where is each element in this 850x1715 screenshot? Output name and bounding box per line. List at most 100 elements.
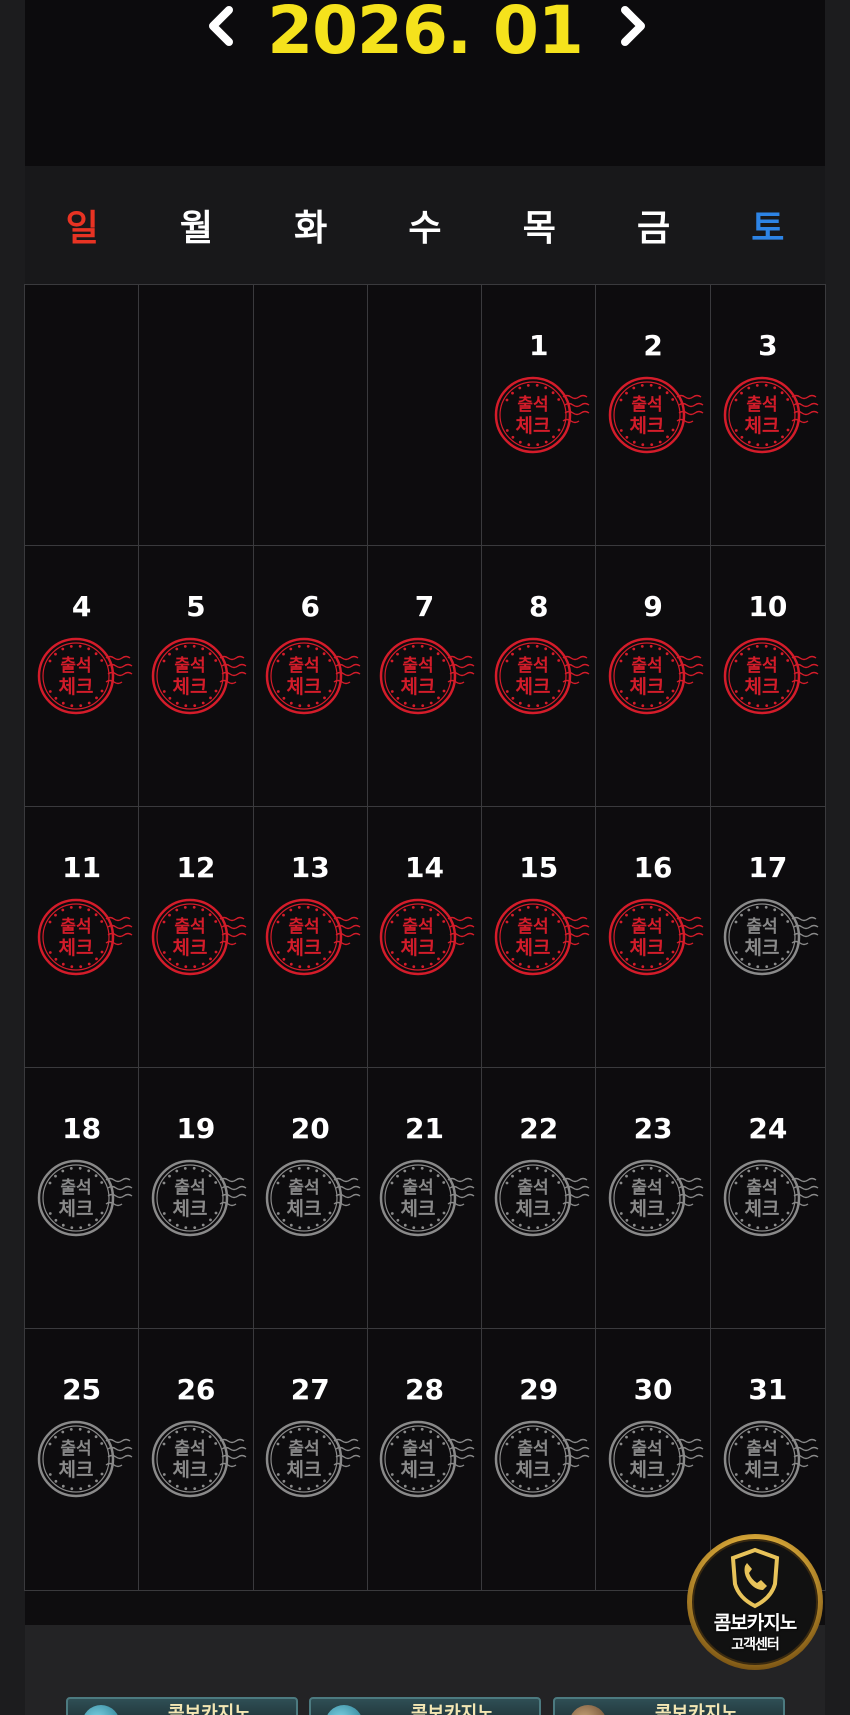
calendar-day-cell[interactable]: 7 출석 체크 — [367, 546, 483, 807]
attendance-stamp-unchecked: 출석 체크 — [722, 1158, 819, 1238]
customer-service-button[interactable]: 콤보카지노 고객센터 — [685, 1532, 825, 1672]
stamp-text-top: 출석 — [631, 395, 662, 415]
day-number: 22 — [519, 1112, 559, 1145]
calendar-day-cell[interactable]: 25 출석 체크 — [25, 1329, 140, 1590]
attendance-stamp-checked: 출석 체크 — [264, 897, 361, 977]
stamp-text-top: 출석 — [746, 656, 777, 676]
calendar-header: 2026. 01 — [25, 0, 825, 166]
attendance-stamp-checked: 출석 체크 — [607, 636, 704, 716]
day-number: 18 — [62, 1112, 102, 1145]
attendance-stamp-unchecked: 출석 체크 — [264, 1158, 361, 1238]
attendance-stamp-checked: 출석 체크 — [493, 636, 590, 716]
calendar-day-cell[interactable]: 28 출석 체크 — [368, 1329, 483, 1590]
stamp-text-top: 출석 — [289, 1439, 320, 1459]
day-number: 26 — [176, 1373, 216, 1406]
calendar-day-cell[interactable]: 2 출석 체크 — [596, 285, 711, 546]
stamp-text-top: 출석 — [60, 656, 91, 676]
stamp-text-bottom: 체크 — [172, 1459, 207, 1481]
attendance-stamp-unchecked: 출석 체크 — [378, 1158, 475, 1238]
stamp-text-top: 출석 — [517, 1439, 548, 1459]
calendar-day-cell[interactable]: 13 출석 체크 — [253, 807, 368, 1068]
stamp-text-bottom: 체크 — [287, 676, 322, 698]
stamp-text-top: 출석 — [517, 395, 548, 415]
day-number: 5 — [186, 590, 206, 623]
stamp-text-bottom: 체크 — [58, 676, 93, 698]
attendance-stamp-unchecked: 출석 체크 — [493, 1158, 590, 1238]
calendar-day-cell[interactable]: 1 출석 체크 — [482, 285, 597, 546]
attendance-stamp-unchecked: 출석 체크 — [378, 1419, 475, 1499]
stamp-text-bottom: 체크 — [58, 937, 93, 959]
stamp-text-top: 출석 — [403, 1178, 434, 1198]
calendar-day-cell[interactable]: 12 출석 체크 — [139, 807, 254, 1068]
stamp-text-top: 출석 — [517, 656, 548, 676]
calendar-day-cell[interactable]: 20 출석 체크 — [253, 1068, 368, 1329]
calendar-day-cell[interactable]: 5 출석 체크 — [139, 546, 254, 807]
stamp-text-top: 출석 — [174, 917, 205, 937]
stamp-text-top: 출석 — [746, 1439, 777, 1459]
day-number: 21 — [405, 1112, 444, 1145]
stamp-text-bottom: 체크 — [287, 1459, 322, 1481]
stamp-text-top: 출석 — [174, 1439, 205, 1459]
stamp-text-top: 출석 — [289, 656, 320, 676]
promo-banner-3[interactable]: 콤보카지노 — [553, 1697, 785, 1715]
calendar-day-cell[interactable]: 27 출석 체크 — [254, 1329, 368, 1590]
attendance-stamp-unchecked: 출석 체크 — [264, 1419, 361, 1499]
stamp-text-bottom: 체크 — [630, 1459, 665, 1481]
calendar-day-cell[interactable]: 14 출석 체크 — [367, 807, 483, 1068]
promo-banner-1[interactable]: 콤보카지노 — [66, 1697, 298, 1715]
calendar-day-cell[interactable]: 15 출석 체크 — [482, 807, 597, 1068]
calendar-day-cell[interactable]: 8 출석 체크 — [482, 546, 597, 807]
stamp-text-bottom: 체크 — [401, 1198, 436, 1220]
calendar-day-cell[interactable]: 21 출석 체크 — [367, 1068, 483, 1329]
calendar-day-cell[interactable]: 22 출석 체크 — [482, 1068, 597, 1329]
calendar-day-cell[interactable]: 17 출석 체크 — [710, 807, 825, 1068]
calendar-day-cell[interactable]: 9 출석 체크 — [596, 546, 711, 807]
stamp-text-bottom: 체크 — [401, 676, 436, 698]
day-number: 14 — [405, 851, 444, 884]
day-number: 20 — [290, 1112, 330, 1145]
stamp-text-top: 출석 — [174, 1178, 205, 1198]
calendar-day-cell[interactable]: 19 출석 체크 — [139, 1068, 254, 1329]
calendar-day-cell[interactable]: 24 출석 체크 — [710, 1068, 825, 1329]
promo-banner-2[interactable]: 콤보카지노 — [309, 1697, 541, 1715]
weekday-header: 일 월 화 수 목 금 토 — [25, 166, 825, 284]
next-month-button[interactable] — [613, 4, 653, 48]
stamp-text-top: 출석 — [289, 1178, 320, 1198]
weekday-saturday: 토 — [751, 208, 785, 249]
day-number: 10 — [748, 590, 788, 623]
calendar-day-cell[interactable]: 26 출석 체크 — [139, 1329, 254, 1590]
stamp-text-bottom: 체크 — [744, 937, 779, 959]
day-number: 1 — [529, 329, 549, 362]
stamp-text-top: 출석 — [403, 917, 434, 937]
day-number: 25 — [62, 1373, 102, 1406]
stamp-text-top: 출석 — [631, 917, 662, 937]
stamp-text-bottom: 체크 — [58, 1459, 93, 1481]
calendar-day-cell[interactable]: 16 출석 체크 — [596, 807, 711, 1068]
stamp-text-top: 출석 — [746, 395, 777, 415]
attendance-stamp-checked: 출석 체크 — [36, 897, 133, 977]
weekday-monday: 월 — [179, 208, 213, 249]
attendance-stamp-checked: 출석 체크 — [607, 897, 704, 977]
calendar-empty-cell — [25, 285, 140, 546]
calendar-day-cell[interactable]: 18 출석 체크 — [25, 1068, 140, 1329]
calendar-day-cell[interactable]: 23 출석 체크 — [596, 1068, 711, 1329]
day-number: 19 — [176, 1112, 216, 1145]
calendar-day-cell[interactable]: 3 출석 체크 — [710, 285, 825, 546]
attendance-stamp-checked: 출석 체크 — [722, 636, 819, 716]
stamp-text-bottom: 체크 — [744, 1198, 779, 1220]
calendar-day-cell[interactable]: 29 출석 체크 — [482, 1329, 597, 1590]
calendar-day-cell[interactable]: 11 출석 체크 — [25, 807, 140, 1068]
attendance-stamp-checked: 출석 체크 — [150, 636, 247, 716]
calendar-day-cell[interactable]: 4 출석 체크 — [25, 546, 140, 807]
day-number: 8 — [529, 590, 549, 623]
calendar-empty-cell — [139, 285, 254, 546]
stamp-text-top: 출석 — [403, 1439, 434, 1459]
stamp-text-top: 출석 — [60, 1178, 91, 1198]
stamp-text-bottom: 체크 — [515, 1198, 550, 1220]
calendar-day-cell[interactable]: 10 출석 체크 — [710, 546, 825, 807]
attendance-stamp-unchecked: 출석 체크 — [36, 1419, 133, 1499]
attendance-stamp-checked: 출석 체크 — [493, 375, 590, 455]
calendar-day-cell[interactable]: 6 출석 체크 — [253, 546, 368, 807]
stamp-text-bottom: 체크 — [744, 1459, 779, 1481]
chevron-right-icon — [621, 6, 645, 46]
